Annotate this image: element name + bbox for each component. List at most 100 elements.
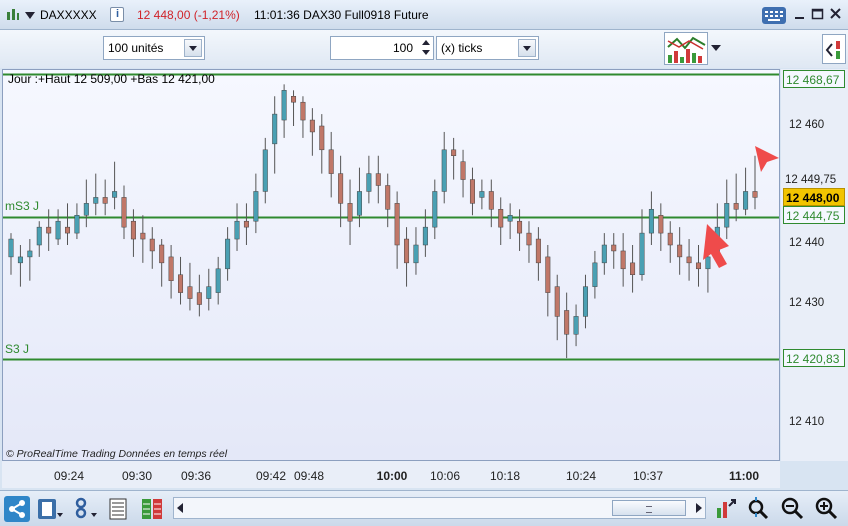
quantity-select[interactable]: 100 unités (103, 36, 205, 60)
candle-body (573, 316, 579, 335)
candle-body (743, 191, 749, 210)
candle-body (206, 286, 212, 299)
keyboard-icon[interactable] (762, 7, 786, 24)
indicators-dropdown-arrow[interactable] (711, 45, 721, 51)
columns-icon[interactable] (140, 496, 164, 522)
candle-body (517, 220, 523, 234)
candle-body (309, 119, 315, 133)
candle-body (582, 286, 588, 317)
candle-body (130, 220, 136, 240)
candle-body (225, 238, 231, 270)
scroll-left-icon[interactable] (177, 503, 183, 513)
candle-body (168, 256, 174, 281)
time-tick: 09:48 (293, 469, 325, 483)
candle-body (159, 244, 165, 264)
candle-body (507, 215, 513, 222)
candle-body (243, 220, 249, 228)
candle-body (422, 226, 428, 246)
price-chart[interactable]: Jour :+Haut 12 509,00 +Bas 12 421,00 mS3… (2, 69, 780, 461)
candle-body (564, 310, 570, 335)
step-value: 100 (392, 41, 413, 55)
dropdown-arrow-icon[interactable] (25, 12, 35, 19)
candle-body (17, 256, 23, 264)
candlestick-chart[interactable] (3, 70, 779, 460)
spinner-up-icon[interactable] (422, 40, 430, 45)
zoom-fit-icon[interactable] (746, 496, 770, 522)
candle-body (215, 268, 221, 293)
close-button[interactable] (828, 7, 844, 22)
info-icon[interactable]: i (110, 7, 124, 22)
candle-body (733, 203, 739, 210)
time-tick: 11:00 (728, 469, 760, 483)
candle-body (102, 197, 108, 204)
footer-brand: © ProRealTime Trading (6, 448, 116, 460)
candle-body (140, 232, 146, 240)
candle-body (149, 238, 155, 252)
candle-body (554, 286, 560, 317)
order-toolbar: 100 unités 100 (x) ticks (0, 30, 848, 68)
candle-body (413, 244, 419, 264)
candle-body (441, 149, 447, 192)
chart-header: Jour :+Haut 12 509,00 +Bas 12 421,00 (8, 72, 215, 86)
candle-body (705, 256, 711, 270)
candle-body (620, 250, 626, 270)
bars-icon[interactable] (6, 8, 20, 22)
step-value-input[interactable]: 100 (330, 36, 434, 60)
time-tick: 10:37 (632, 469, 664, 483)
tick-12440: 12 440 (789, 237, 825, 249)
candle-body (592, 262, 598, 287)
zoom-out-icon[interactable] (780, 496, 804, 522)
candle-body (347, 203, 353, 222)
candle-body (695, 262, 701, 270)
tick-12410: 12 410 (789, 416, 825, 428)
minimize-button[interactable] (792, 7, 808, 22)
level-s3-label: 12 420,83 (783, 349, 845, 367)
candle-body (8, 238, 14, 258)
time-axis[interactable]: 09:24 09:30 09:36 09:42 09:48 10:00 10:0… (2, 461, 780, 488)
maximize-button[interactable] (810, 7, 826, 22)
indicators-icon[interactable] (664, 32, 708, 65)
time-and-name: 11:01:36 DAX30 Full0918 Future (254, 8, 429, 22)
panel-toggle-icon[interactable] (822, 34, 846, 64)
layout-icon[interactable] (36, 496, 64, 522)
candle-body (319, 125, 325, 151)
price-change: 12 448,00 (-1,21%) (137, 8, 240, 22)
candle-body (65, 226, 71, 234)
step-unit-dropdown-button[interactable] (518, 39, 536, 57)
candle-body (55, 220, 61, 240)
scrollbar[interactable] (173, 497, 706, 519)
candle-body (611, 244, 617, 252)
candle-body (451, 149, 457, 157)
level-high-label: 12 468,67 (783, 70, 845, 88)
candle-body (300, 101, 306, 121)
scroll-thumb[interactable] (612, 500, 686, 516)
time-tick: 10:24 (565, 469, 597, 483)
candle-body (677, 244, 683, 258)
candle-body (178, 274, 184, 293)
scroll-right-icon[interactable] (696, 503, 702, 513)
candle-body (291, 96, 297, 103)
spinner-down-icon[interactable] (422, 50, 430, 55)
bottom-toolbar (0, 490, 848, 526)
time-tick: 09:24 (53, 469, 85, 483)
step-unit-value: (x) ticks (441, 41, 483, 55)
autoscale-icon[interactable] (714, 496, 738, 522)
instrument-name[interactable]: DAXXXXX (40, 8, 97, 22)
zoom-in-icon[interactable] (814, 496, 838, 522)
candle-body (752, 191, 758, 198)
candle-body (93, 197, 99, 204)
price-axis[interactable]: 12 468,67 12 460 12 449,75 12 448,00 12 … (781, 69, 848, 461)
candle-body (196, 292, 202, 305)
time-tick: 10:06 (429, 469, 461, 483)
table-view-icon[interactable] (108, 496, 130, 522)
candle-body (724, 203, 730, 228)
share-icon[interactable] (4, 496, 30, 522)
sell-arrow-icon (755, 146, 779, 172)
candle-body (601, 244, 607, 264)
link-icon[interactable] (72, 496, 100, 522)
tick-12460: 12 460 (789, 119, 825, 131)
candle-body (498, 209, 504, 228)
quantity-dropdown-button[interactable] (184, 39, 202, 57)
title-bar: DAXXXXX i 12 448,00 (-1,21%) 11:01:36 DA… (0, 0, 848, 30)
step-unit-select[interactable]: (x) ticks (436, 36, 539, 60)
